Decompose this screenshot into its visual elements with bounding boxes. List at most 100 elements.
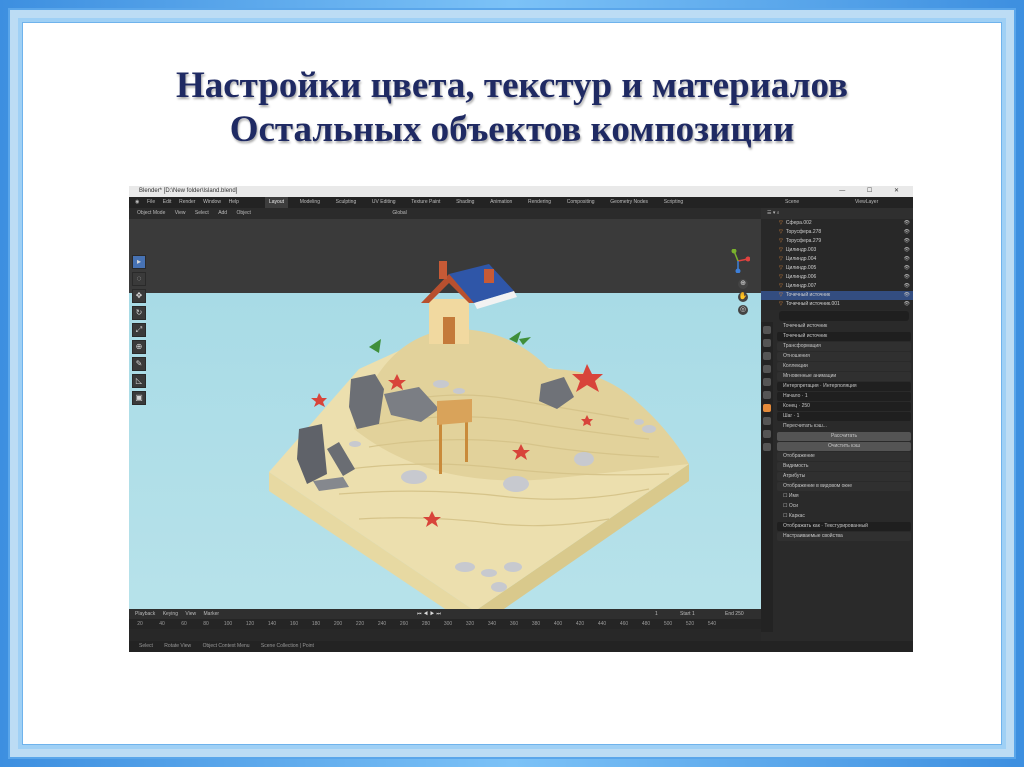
tab-rendering[interactable]: Rendering [524, 197, 555, 208]
view-layer-tab-icon[interactable] [763, 365, 771, 373]
properties-search-input[interactable] [779, 311, 909, 321]
visibility-eye-icon[interactable]: 👁 [904, 273, 910, 282]
visibility-eye-icon[interactable]: 👁 [904, 219, 910, 228]
menu-select[interactable]: Select [195, 210, 209, 216]
axis-gizmo-icon[interactable] [726, 249, 750, 273]
timeline-view-menu[interactable]: View [185, 611, 196, 617]
clear-cache-button[interactable]: Очистить кэш [777, 442, 911, 451]
field-step[interactable]: Шаг · 1 [777, 412, 911, 421]
render-tab-icon[interactable] [763, 339, 771, 347]
blender-logo-icon[interactable]: ◉ [135, 197, 139, 208]
playback-controls[interactable]: ⏮◀▶⏭ [417, 609, 443, 619]
outliner-row[interactable]: ▽ Торусфера.279 👁 [761, 237, 913, 246]
option-wire[interactable]: ☐ Каркас [777, 512, 911, 521]
tab-texture-paint[interactable]: Texture Paint [407, 197, 444, 208]
outliner-row[interactable]: ▽ Цилиндр.005 👁 [761, 264, 913, 273]
visibility-eye-icon[interactable]: 👁 [904, 237, 910, 246]
timeline-marker-menu[interactable]: Marker [204, 611, 220, 617]
zoom-icon[interactable]: ⊕ [738, 279, 748, 289]
pan-hand-icon[interactable]: ✋ [738, 292, 748, 302]
mode-selector[interactable]: Object Mode [137, 210, 165, 216]
section-transform[interactable]: Трансформация [777, 342, 911, 351]
window-controls[interactable]: — ☐ ✕ [839, 186, 909, 197]
section-attributes[interactable]: Атрибуты [777, 472, 911, 481]
outliner-row[interactable]: ▽ Точечный источник 👁 [761, 291, 913, 300]
menu-file[interactable]: File [147, 197, 155, 208]
select-tool-icon[interactable]: ▸ [132, 255, 146, 269]
section-collections[interactable]: Коллекции [777, 362, 911, 371]
outliner-row[interactable]: ▽ Цилиндр.006 👁 [761, 273, 913, 282]
tab-modeling[interactable]: Modeling [296, 197, 324, 208]
tab-uv-editing[interactable]: UV Editing [368, 197, 400, 208]
outliner-row[interactable]: ▽ Торусфера.278 👁 [761, 228, 913, 237]
tab-compositing[interactable]: Compositing [563, 197, 599, 208]
constraints-tab-icon[interactable] [763, 430, 771, 438]
calculate-button[interactable]: Рассчитать [777, 432, 911, 441]
tab-scripting[interactable]: Scripting [660, 197, 687, 208]
visibility-eye-icon[interactable]: 👁 [904, 255, 910, 264]
object-tab-icon[interactable] [763, 404, 771, 412]
menu-view[interactable]: View [175, 210, 186, 216]
menu-render[interactable]: Render [179, 197, 195, 208]
visibility-eye-icon[interactable]: 👁 [904, 291, 910, 300]
tool-tab-icon[interactable] [763, 326, 771, 334]
menu-object[interactable]: Object [236, 210, 250, 216]
object-name-field[interactable]: Точечный источник [777, 332, 911, 341]
tab-shading[interactable]: Shading [452, 197, 478, 208]
visibility-eye-icon[interactable]: 👁 [904, 246, 910, 255]
3d-viewport[interactable]: ▸ ◌ ✥ ↻ ⤢ ⊕ ✎ ◺ ▣ ⊕ ✋ ◎ [129, 219, 761, 609]
section-display[interactable]: Отображение [777, 452, 911, 461]
option-axes[interactable]: ☐ Оси [777, 502, 911, 511]
world-tab-icon[interactable] [763, 391, 771, 399]
section-visibility[interactable]: Видимость [777, 462, 911, 471]
measure-tool-icon[interactable]: ◺ [132, 374, 146, 388]
rotate-tool-icon[interactable]: ↻ [132, 306, 146, 320]
visibility-eye-icon[interactable]: 👁 [904, 228, 910, 237]
tab-layout[interactable]: Layout [265, 197, 289, 208]
menu-window[interactable]: Window [203, 197, 221, 208]
visibility-eye-icon[interactable]: 👁 [904, 300, 910, 309]
outliner-row[interactable]: ▽ Цилиндр.007 👁 [761, 282, 913, 291]
end-frame-field[interactable]: End 250 [725, 609, 744, 619]
scale-tool-icon[interactable]: ⤢ [132, 323, 146, 337]
camera-view-icon[interactable]: ◎ [738, 305, 748, 315]
option-name[interactable]: ☐ Имя [777, 492, 911, 501]
menu-help[interactable]: Help [229, 197, 239, 208]
menu-edit[interactable]: Edit [163, 197, 172, 208]
display-as-dropdown[interactable]: Отображать как · Текстурированный [777, 522, 911, 531]
add-cube-tool-icon[interactable]: ▣ [132, 391, 146, 405]
section-viewport-display[interactable]: Отображение в видовом окне [777, 482, 911, 491]
outliner-row[interactable]: ▽ Сфера.002 👁 [761, 219, 913, 228]
menu-add[interactable]: Add [218, 210, 227, 216]
section-custom-properties[interactable]: Настраиваемые свойства [777, 532, 911, 541]
output-tab-icon[interactable] [763, 352, 771, 360]
current-frame-field[interactable]: 1 [655, 609, 658, 619]
move-tool-icon[interactable]: ✥ [132, 289, 146, 303]
data-tab-icon[interactable] [763, 443, 771, 451]
transform-tool-icon[interactable]: ⊕ [132, 340, 146, 354]
frame-ruler[interactable]: 20 40 60 80 100 120 140 160 180 200 220 240 260 280 30… [129, 619, 761, 629]
physics-tab-icon[interactable] [763, 417, 771, 425]
tab-sculpting[interactable]: Sculpting [332, 197, 361, 208]
timeline-playback-menu[interactable]: Playback [135, 611, 155, 617]
scene-selector[interactable]: Scene [785, 197, 799, 208]
start-frame-field[interactable]: Start 1 [680, 609, 695, 619]
cursor-tool-icon[interactable]: ◌ [132, 272, 146, 286]
field-interpretation[interactable]: Интерпретация · Интерполяция [777, 382, 911, 391]
visibility-eye-icon[interactable]: 👁 [904, 282, 910, 291]
orientation-selector[interactable]: Global [392, 210, 406, 216]
tab-geometry-nodes[interactable]: Geometry Nodes [606, 197, 652, 208]
timeline-keying-menu[interactable]: Keying [163, 611, 178, 617]
outliner-row[interactable]: ▽ Цилиндр.004 👁 [761, 255, 913, 264]
outliner-row[interactable]: ▽ Цилиндр.003 👁 [761, 246, 913, 255]
field-start[interactable]: Начало · 1 [777, 392, 911, 401]
field-end[interactable]: Конец · 250 [777, 402, 911, 411]
section-relations[interactable]: Отношения [777, 352, 911, 361]
scene-tab-icon[interactable] [763, 378, 771, 386]
annotate-tool-icon[interactable]: ✎ [132, 357, 146, 371]
tab-animation[interactable]: Animation [486, 197, 516, 208]
visibility-eye-icon[interactable]: 👁 [904, 264, 910, 273]
view-layer-selector[interactable]: ViewLayer [855, 197, 878, 208]
outliner-row[interactable]: ▽ Точечный источник.001 👁 [761, 300, 913, 309]
section-motion-paths[interactable]: Мгновенные анимации [777, 372, 911, 381]
